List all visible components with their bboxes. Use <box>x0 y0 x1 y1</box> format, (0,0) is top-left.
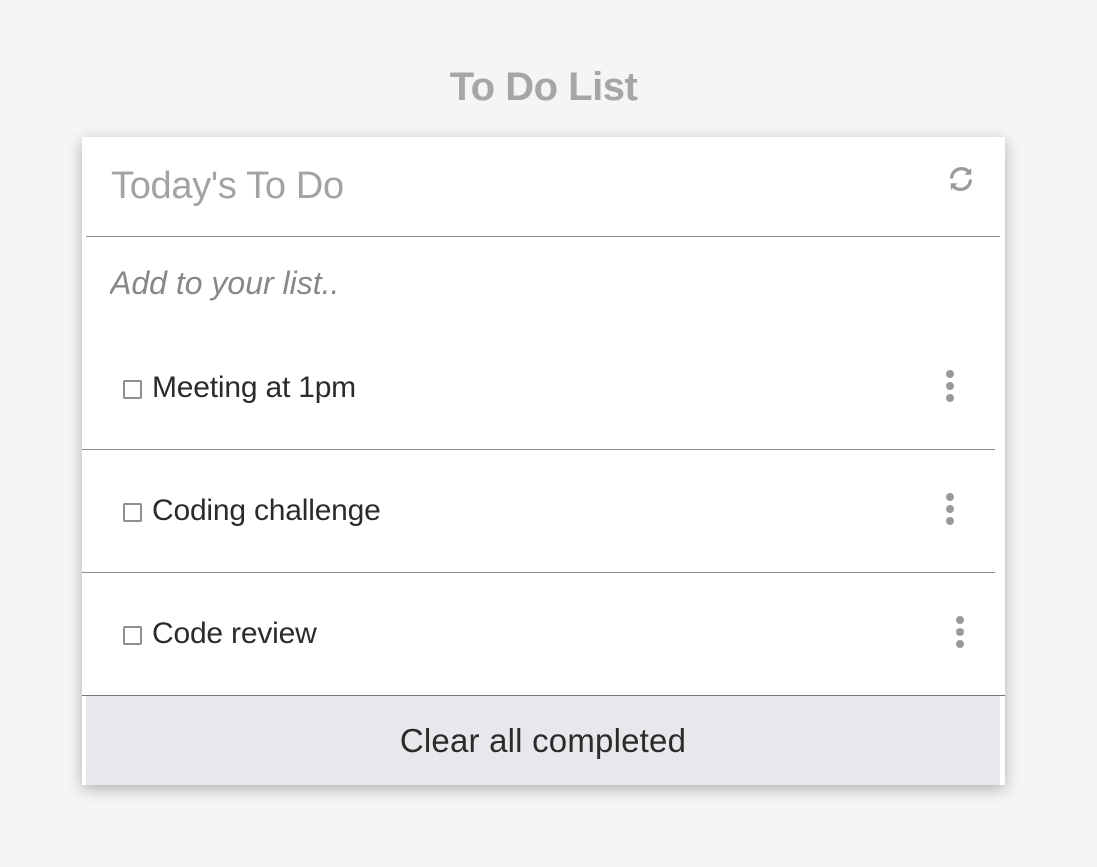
todo-checkbox[interactable] <box>123 626 142 645</box>
todo-item: Meeting at 1pm <box>82 327 995 450</box>
todo-label: Coding challenge <box>152 494 381 527</box>
page-title: To Do List <box>449 64 638 109</box>
todo-card: Today's To Do Meeting at 1pm Coding chal… <box>82 137 1005 785</box>
todo-checkbox[interactable] <box>123 503 142 522</box>
refresh-icon[interactable] <box>946 164 976 194</box>
card-title: Today's To Do <box>111 165 344 207</box>
clear-completed-button[interactable]: Clear all completed <box>86 696 1000 785</box>
todo-list: Meeting at 1pm Coding challenge Code rev… <box>82 327 1005 696</box>
todo-label: Code review <box>152 617 317 650</box>
todo-label: Meeting at 1pm <box>152 371 356 404</box>
card-header: Today's To Do <box>86 137 1000 237</box>
todo-item: Coding challenge <box>82 450 995 573</box>
more-vertical-icon[interactable] <box>945 370 955 404</box>
add-todo-input[interactable] <box>110 261 910 305</box>
todo-item: Code review <box>82 573 1005 696</box>
todo-checkbox[interactable] <box>123 380 142 399</box>
more-vertical-icon[interactable] <box>955 616 965 650</box>
more-vertical-icon[interactable] <box>945 493 955 527</box>
